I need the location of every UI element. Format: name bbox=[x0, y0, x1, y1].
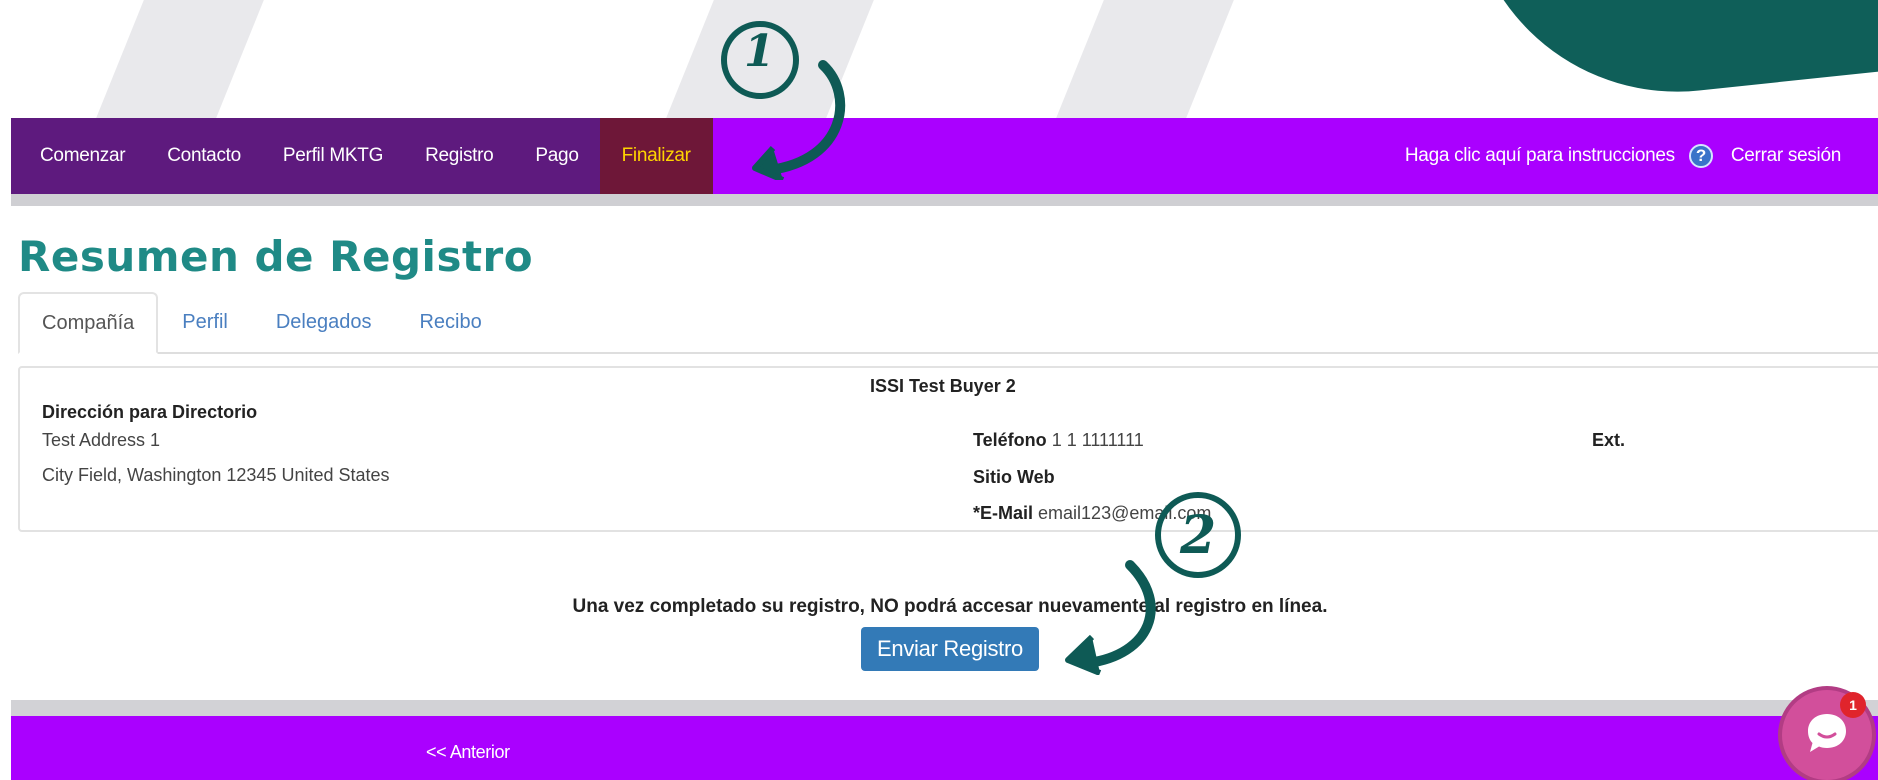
chat-notification-badge: 1 bbox=[1840, 692, 1866, 718]
nav-item-registro[interactable]: Registro bbox=[404, 118, 514, 194]
company-summary-panel: ISSI Test Buyer 2 Dirección para Directo… bbox=[18, 366, 1878, 532]
help-icon[interactable]: ? bbox=[1688, 144, 1713, 168]
annotation-step-1-number: 1 bbox=[744, 26, 775, 77]
nav-item-perfil-mktg[interactable]: Perfil MKTG bbox=[262, 118, 404, 194]
nav-item-finalizar[interactable]: Finalizar bbox=[599, 118, 713, 194]
instructions-link[interactable]: Haga clic aquí para instrucciones bbox=[1405, 145, 1675, 167]
email-label: *E-Mail bbox=[973, 503, 1034, 523]
tab-compania[interactable]: Compañía bbox=[18, 292, 159, 354]
nav-item-pago[interactable]: Pago bbox=[514, 118, 599, 194]
chat-bubble-icon bbox=[1808, 714, 1846, 752]
annotation-step-1-icon bbox=[721, 21, 846, 180]
step-navigation: Comenzar Contacto Perfil MKTG Registro P… bbox=[11, 118, 713, 194]
nav-item-comenzar[interactable]: Comenzar bbox=[11, 118, 146, 194]
phone-row: Teléfono 1 1 1111111 bbox=[973, 430, 1144, 451]
background-stripe bbox=[1056, 0, 1234, 118]
company-name: ISSI Test Buyer 2 bbox=[870, 376, 1016, 396]
phone-label: Teléfono bbox=[973, 430, 1047, 450]
annotation-step-2-icon bbox=[1065, 492, 1241, 675]
previous-link[interactable]: << Anterior bbox=[426, 742, 510, 763]
annotation-step-2-number: 2 bbox=[1180, 505, 1217, 566]
tab-delegados[interactable]: Delegados bbox=[252, 292, 396, 352]
ext-label: Ext. bbox=[1592, 430, 1626, 450]
background-stripe bbox=[96, 0, 264, 118]
top-navigation: Comenzar Contacto Perfil MKTG Registro P… bbox=[11, 118, 1878, 206]
tab-perfil[interactable]: Perfil bbox=[158, 292, 252, 352]
page-title: Resumen de Registro bbox=[18, 232, 534, 281]
address-line-1: Test Address 1 bbox=[42, 430, 161, 450]
logout-link[interactable]: Cerrar sesión bbox=[1731, 145, 1841, 167]
summary-tabs: Compañía Perfil Delegados Recibo bbox=[18, 292, 1878, 354]
website-label: Sitio Web bbox=[973, 467, 1055, 487]
footer-bar bbox=[11, 700, 1878, 780]
directory-address-label: Dirección para Directorio bbox=[42, 402, 258, 422]
registration-notice: Una vez completado su registro, NO podrá… bbox=[572, 596, 1328, 617]
background-teal-shape bbox=[1468, 0, 1878, 113]
phone-value: 1 1 1111111 bbox=[1051, 430, 1144, 450]
nav-right-actions: Haga clic aquí para instrucciones ? Cerr… bbox=[1405, 118, 1878, 194]
address-line-2: City Field, Washington 12345 United Stat… bbox=[42, 465, 390, 485]
submit-registration-button[interactable]: Enviar Registro bbox=[861, 627, 1039, 671]
nav-item-contacto[interactable]: Contacto bbox=[146, 118, 262, 194]
tab-recibo[interactable]: Recibo bbox=[395, 292, 505, 352]
